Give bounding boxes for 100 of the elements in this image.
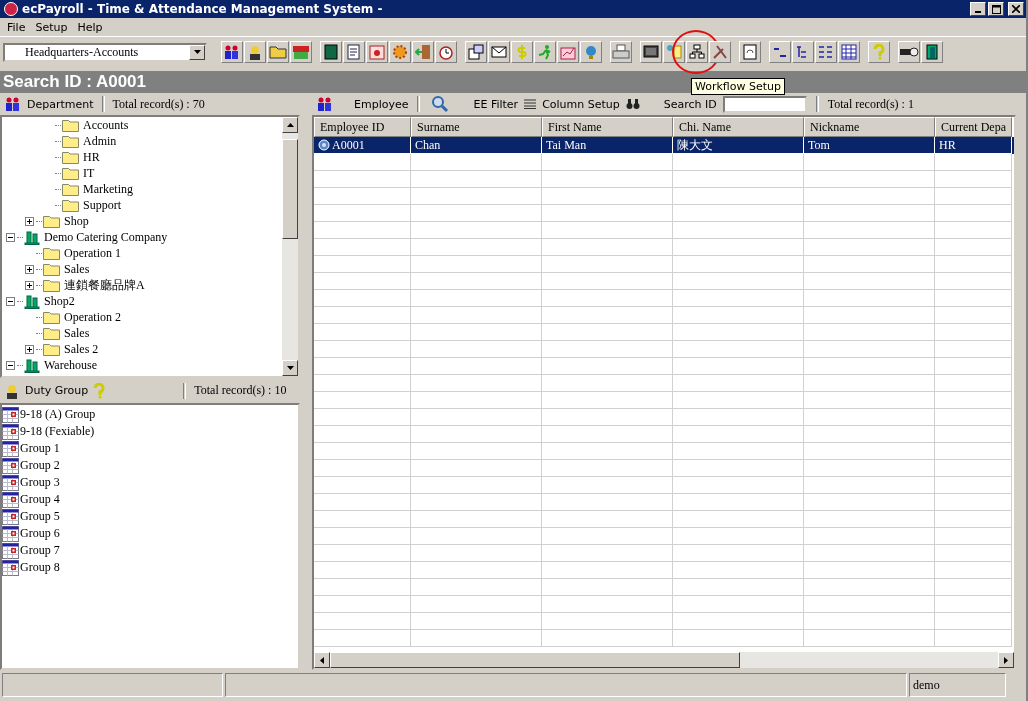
toolbar-button[interactable]: [792, 41, 814, 63]
crossed-tools-icon: [712, 44, 728, 60]
app-icon: [4, 2, 18, 16]
people-icon: [223, 44, 241, 60]
column-header[interactable]: Current Depa: [935, 117, 1012, 137]
plus-icon: [27, 218, 32, 224]
menu-item[interactable]: File: [2, 20, 31, 34]
tree-item[interactable]: Shop: [64, 213, 89, 229]
folder-icon: [62, 198, 79, 212]
binoculars-icon[interactable]: [625, 98, 640, 110]
tree-item[interactable]: Support: [83, 197, 121, 213]
collapse-toggle[interactable]: [6, 296, 15, 306]
column-setup-button[interactable]: Column Setup: [542, 97, 620, 111]
building-icon: [24, 357, 40, 373]
columns-icon[interactable]: [524, 99, 537, 109]
list-item[interactable]: Group 4: [20, 492, 60, 507]
table-row[interactable]: A0001 Chan Tai Man 陳大文 Tom HR: [314, 137, 1014, 154]
vertical-scrollbar[interactable]: [282, 117, 298, 376]
column-header[interactable]: Nickname: [804, 117, 935, 137]
collapse-toggle[interactable]: [6, 360, 15, 370]
minus-icon: [8, 298, 13, 304]
document-icon: [346, 44, 362, 60]
list-item[interactable]: 9-18 (Fexiable): [20, 424, 95, 439]
expand-toggle[interactable]: [25, 264, 34, 274]
table-cell: Tai Man: [546, 137, 587, 153]
tree-item[interactable]: Demo Catering Company: [44, 229, 168, 245]
search-id-field[interactable]: [722, 95, 807, 113]
gear-icon: [392, 44, 408, 60]
tree-item[interactable]: Sales 2: [64, 341, 99, 357]
list-item[interactable]: Group 2: [20, 458, 60, 473]
list-item[interactable]: Group 6: [20, 526, 60, 541]
person-icon: [4, 382, 20, 399]
close-button[interactable]: [1008, 2, 1024, 16]
minus-icon: [8, 362, 13, 368]
minimize-button[interactable]: [970, 2, 986, 16]
expand-toggle[interactable]: [25, 216, 34, 226]
list-item[interactable]: Group 3: [20, 475, 60, 490]
toolbar-button[interactable]: [898, 41, 920, 63]
tree-item[interactable]: Operation 2: [64, 309, 121, 325]
book-icon: [324, 44, 338, 60]
list-item[interactable]: Group 8: [20, 560, 60, 575]
toolbar-button[interactable]: [488, 41, 510, 63]
calendar-icon: [369, 44, 385, 60]
expand-toggle[interactable]: [25, 344, 34, 354]
toolbar-button[interactable]: [921, 41, 943, 63]
collapse-toggle[interactable]: [6, 232, 15, 242]
expand-toggle[interactable]: [25, 280, 34, 290]
scroll-thumb[interactable]: [282, 139, 298, 239]
toolbar-button[interactable]: [640, 41, 662, 63]
tree-item[interactable]: Sales: [64, 325, 90, 341]
horizontal-scrollbar[interactable]: [314, 652, 1014, 668]
tree-item[interactable]: Accounts: [83, 117, 129, 133]
list-item[interactable]: Group 5: [20, 509, 60, 524]
tree-item[interactable]: HR: [83, 149, 100, 165]
tree-item[interactable]: IT: [83, 165, 95, 181]
dropdown-arrow-icon: [193, 50, 201, 54]
folder-icon: [43, 246, 60, 260]
toolbar-button[interactable]: [769, 41, 791, 63]
tree-item[interactable]: Warehouse: [44, 357, 97, 373]
department-dropdown[interactable]: Headquarters-Accounts: [3, 42, 207, 62]
people-icon: [316, 96, 334, 112]
filter-label: EE Filter: [473, 97, 519, 111]
tree-item[interactable]: Admin: [83, 133, 117, 149]
scroll-thumb[interactable]: [330, 652, 740, 668]
minus-icon: [8, 234, 13, 240]
record-count: Total record(s) : 1: [827, 96, 914, 112]
column-header[interactable]: Surname: [411, 117, 542, 137]
folder-icon: [43, 214, 60, 228]
tree-item[interactable]: Shop2: [44, 293, 75, 309]
window-title: ecPayroll - Time & Attendance Management System -: [22, 2, 384, 16]
toolbar-button[interactable]: [320, 41, 342, 63]
toolbar-button[interactable]: [244, 41, 266, 63]
panel-title: Department: [27, 97, 94, 111]
toolbar-button[interactable]: [709, 41, 731, 63]
toolbar-button[interactable]: [221, 41, 243, 63]
tree-item[interactable]: Marketing: [83, 181, 133, 197]
list-item[interactable]: Group 1: [20, 441, 60, 456]
menu-item[interactable]: Help: [72, 20, 108, 34]
toolbar-button[interactable]: [686, 41, 708, 63]
list-item[interactable]: Group 7: [20, 543, 60, 558]
tree-item[interactable]: Operation 1: [64, 245, 121, 261]
building-icon: [24, 229, 40, 245]
building-icon: [24, 293, 40, 309]
folder-icon: [43, 262, 60, 276]
toolbar-button[interactable]: [465, 41, 487, 63]
column-header[interactable]: Chi. Name: [673, 117, 804, 137]
person-icon: [247, 44, 263, 60]
menu-item[interactable]: Setup: [30, 20, 73, 34]
chart-icon: [560, 44, 576, 60]
toolbar-button[interactable]: [815, 41, 837, 63]
list-item[interactable]: 9-18 (A) Group: [20, 407, 96, 422]
tree-item[interactable]: Sales: [64, 261, 90, 277]
tree-item[interactable]: 連鎖餐廳品牌A: [64, 276, 145, 294]
maximize-button[interactable]: [988, 2, 1004, 16]
panel-title: Employee: [354, 97, 409, 111]
folder-icon: [43, 326, 60, 340]
toolbar-button[interactable]: [435, 41, 457, 63]
column-header[interactable]: Employee ID: [314, 117, 411, 137]
column-header[interactable]: First Name: [542, 117, 673, 137]
panel-title: Duty Group: [25, 384, 89, 397]
